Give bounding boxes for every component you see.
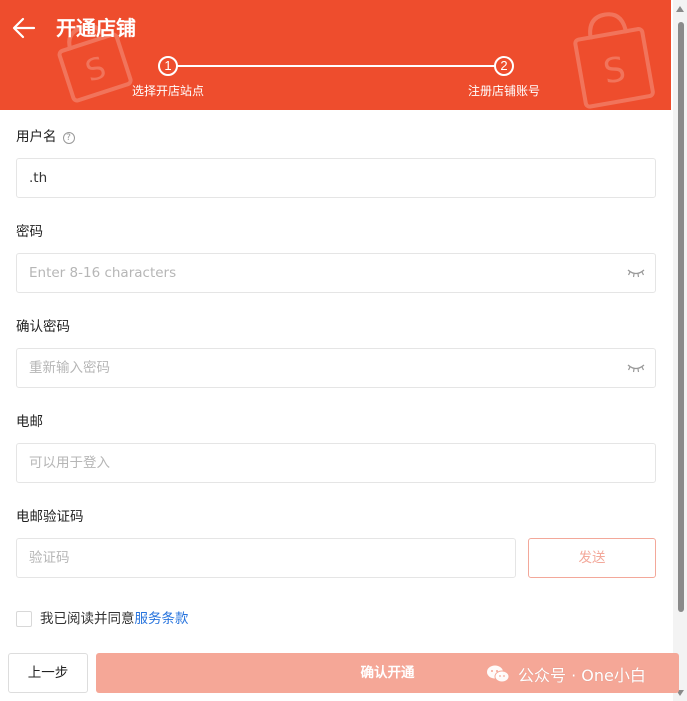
help-icon[interactable]: ?	[62, 132, 75, 144]
agreement-text: 我已阅读并同意	[40, 611, 135, 627]
username-input[interactable]	[17, 159, 597, 197]
svg-text:S: S	[600, 49, 628, 92]
watermark: 公众号 · One小白	[486, 662, 646, 686]
agree-terms-checkbox[interactable]	[16, 611, 32, 627]
eye-closed-icon[interactable]	[627, 267, 645, 279]
username-label: 用户名	[16, 129, 57, 145]
send-code-button[interactable]: 发送	[528, 538, 656, 578]
email-field[interactable]	[16, 443, 656, 483]
step-1-label: 选择开店站点	[132, 84, 205, 98]
eye-closed-icon[interactable]	[627, 362, 645, 374]
step-2-label: 注册店铺账号	[468, 84, 541, 98]
wechat-icon	[487, 665, 510, 683]
terms-of-service-link[interactable]: 服务条款	[135, 611, 189, 627]
confirm-password-input[interactable]	[17, 349, 597, 387]
username-field[interactable]	[16, 158, 656, 198]
scroll-up-arrow-icon[interactable]	[676, 6, 684, 12]
svg-text:S: S	[81, 50, 110, 89]
email-code-label: 电邮验证码	[16, 509, 84, 525]
shopping-bag-icon: S	[573, 12, 655, 109]
previous-step-button[interactable]: 上一步	[8, 653, 88, 693]
page-title: 开通店铺	[56, 16, 136, 40]
scrollbar-thumb[interactable]	[678, 22, 684, 612]
username-label-row: 用户名?	[16, 128, 75, 146]
watermark-text: 公众号 · One小白	[518, 666, 646, 685]
agreement-text-row: 我已阅读并同意服务条款	[40, 610, 189, 628]
email-code-field[interactable]	[16, 538, 516, 578]
step-2-indicator: 2	[494, 56, 514, 76]
email-input[interactable]	[17, 444, 597, 482]
password-input[interactable]	[17, 254, 597, 292]
header-bar: S S 开通店铺 1 2 选择开店站点 注册店铺账号	[0, 0, 671, 110]
step-progress-line	[168, 65, 504, 67]
password-label: 密码	[16, 224, 43, 240]
step-1-indicator: 1	[158, 56, 178, 76]
back-arrow-icon[interactable]	[10, 14, 38, 42]
email-code-input[interactable]	[17, 539, 487, 577]
email-label: 电邮	[16, 414, 43, 430]
password-field[interactable]	[16, 253, 656, 293]
confirm-password-label: 确认密码	[16, 319, 70, 335]
confirm-password-field[interactable]	[16, 348, 656, 388]
